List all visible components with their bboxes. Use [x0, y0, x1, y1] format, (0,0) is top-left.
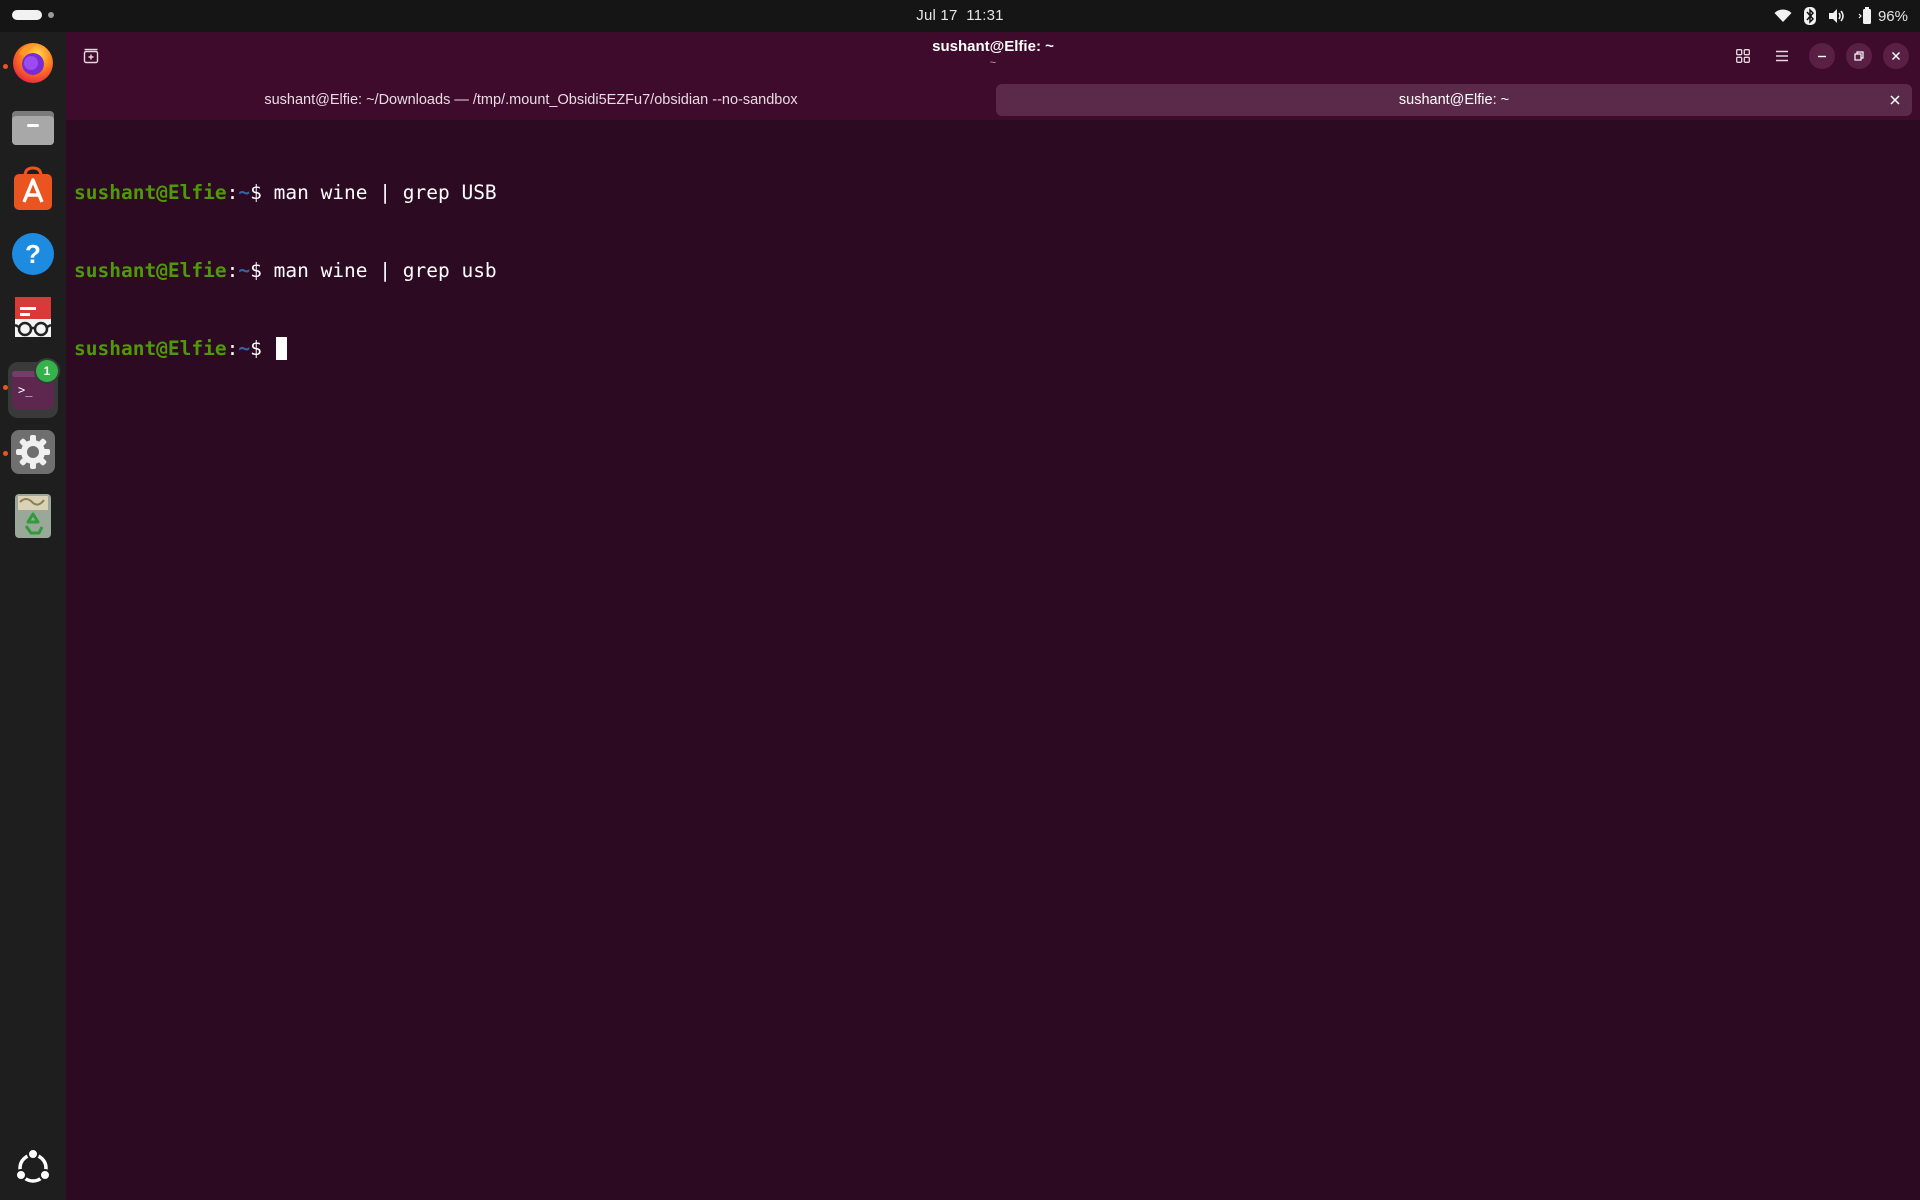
dock-item-document-viewer[interactable] — [8, 292, 58, 342]
close-button[interactable] — [1883, 43, 1909, 69]
command-text: man wine | grep usb — [273, 259, 497, 282]
tab-label: sushant@Elfie: ~ — [1398, 92, 1510, 108]
close-icon — [1891, 51, 1901, 61]
minimize-button[interactable] — [1809, 43, 1835, 69]
dock-item-settings[interactable] — [8, 427, 58, 477]
clock[interactable]: Jul 17 11:31 — [0, 7, 1920, 24]
tab-home[interactable]: sushant@Elfie: ~ — [996, 84, 1912, 116]
prompt-symbol: $ — [250, 181, 274, 204]
bluetooth-icon — [1803, 7, 1816, 25]
volume-icon — [1828, 8, 1846, 24]
minimize-icon — [1818, 55, 1826, 58]
window-subtitle: ~ — [989, 57, 997, 69]
firefox-icon — [13, 43, 53, 83]
prompt-separator: : — [226, 181, 239, 204]
dock-item-show-apps[interactable] — [8, 1143, 58, 1193]
svg-text:>_: >_ — [18, 383, 33, 397]
wifi-icon — [1774, 9, 1792, 23]
tab-bar: sushant@Elfie: ~/Downloads — /tmp/.mount… — [66, 80, 1920, 120]
tab-label: sushant@Elfie: ~/Downloads — /tmp/.mount… — [264, 92, 798, 108]
time-label: 11:31 — [966, 7, 1004, 24]
dock-item-trash[interactable] — [8, 491, 58, 541]
header-bar: sushant@Elfie: ~ ~ — [66, 32, 1920, 80]
text-cursor — [275, 337, 287, 360]
dock-item-help[interactable]: ? — [8, 229, 58, 279]
files-icon — [12, 111, 54, 145]
battery-indicator: 96% — [1858, 7, 1908, 25]
grid-icon — [1736, 49, 1750, 63]
dock-item-firefox[interactable] — [8, 37, 58, 87]
settings-icon — [11, 430, 55, 474]
prompt-user-host: sushant@Elfie — [74, 181, 227, 204]
restore-button[interactable] — [1846, 43, 1872, 69]
dock-item-app-center[interactable] — [8, 164, 58, 214]
terminal-line: sushant@Elfie:~$ man wine | grep USB — [74, 180, 497, 206]
date-label: Jul 17 — [916, 7, 958, 24]
battery-icon — [1858, 7, 1871, 24]
dock: ? >_ 1 — [0, 32, 66, 1200]
trash-icon — [15, 494, 51, 538]
hamburger-icon — [1776, 50, 1788, 62]
prompt-separator: : — [226, 337, 239, 360]
notification-badge: 1 — [36, 360, 58, 382]
prompt-user-host: sushant@Elfie — [74, 337, 227, 360]
help-icon: ? — [12, 233, 54, 275]
prompt-symbol: $ — [250, 337, 274, 360]
terminal-line: sushant@Elfie:~$ man wine | grep usb — [74, 258, 497, 284]
document-viewer-icon — [14, 297, 52, 337]
close-icon — [1890, 95, 1900, 105]
tab-obsidian[interactable]: sushant@Elfie: ~/Downloads — /tmp/.mount… — [70, 84, 992, 116]
command-text: man wine | grep USB — [273, 181, 497, 204]
main-menu-button[interactable] — [1769, 43, 1795, 69]
terminal-output[interactable]: sushant@Elfie:~$ man wine | grep USB sus… — [74, 128, 497, 414]
prompt-path: ~ — [238, 259, 251, 282]
terminal-line: sushant@Elfie:~$ — [74, 336, 497, 362]
restore-icon — [1854, 51, 1864, 61]
svg-text:?: ? — [25, 239, 41, 269]
prompt-separator: : — [226, 259, 239, 282]
show-apps-icon — [15, 1148, 51, 1183]
battery-percent: 96% — [1877, 7, 1908, 25]
top-bar: Jul 17 11:31 96% — [0, 0, 1920, 32]
prompt-path: ~ — [238, 337, 251, 360]
system-tray[interactable]: 96% — [1774, 6, 1908, 26]
terminal-window: sushant@Elfie: ~ ~ sushant@Elfie: ~/Down… — [66, 32, 1920, 1200]
prompt-path: ~ — [238, 181, 251, 204]
dock-item-files[interactable] — [8, 102, 58, 152]
prompt-user-host: sushant@Elfie — [74, 259, 227, 282]
window-title: sushant@Elfie: ~ — [932, 38, 1054, 55]
tab-close-button[interactable] — [1886, 91, 1904, 109]
app-center-icon — [14, 166, 52, 210]
tab-overview-button[interactable] — [1730, 43, 1756, 69]
prompt-symbol: $ — [250, 259, 274, 282]
